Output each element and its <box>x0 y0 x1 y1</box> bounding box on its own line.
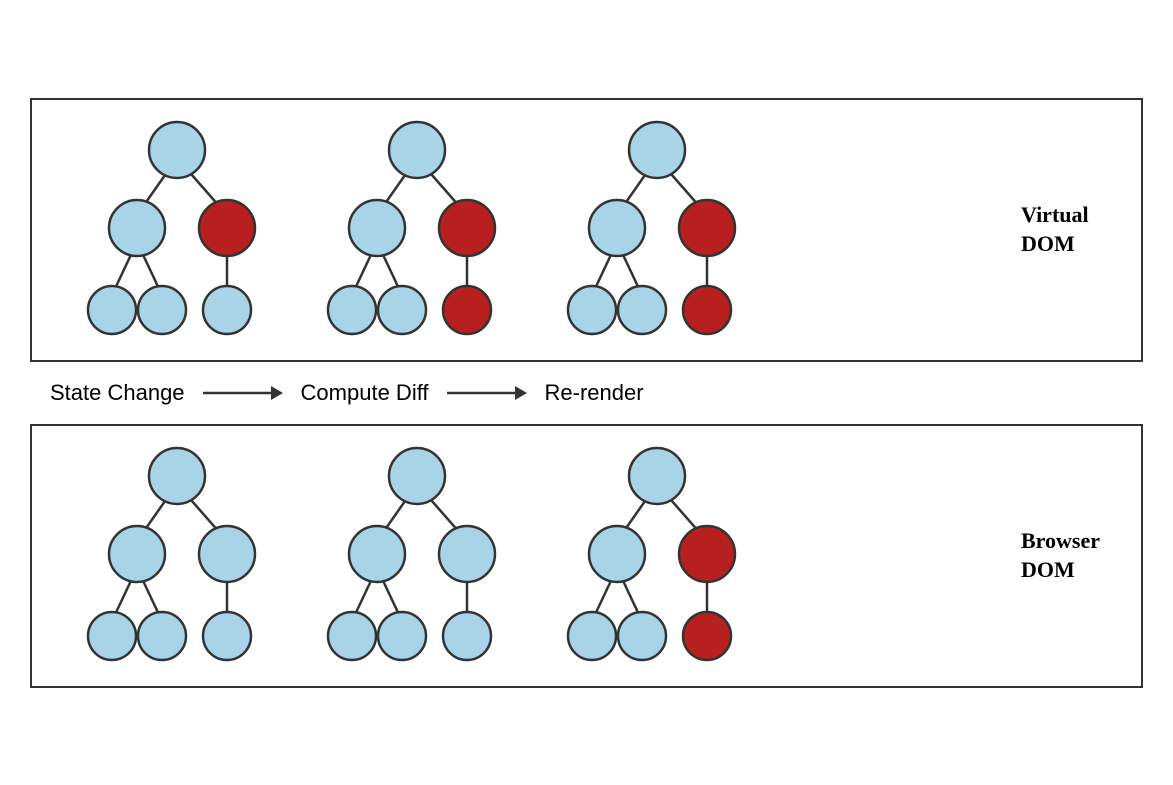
vdom-trees <box>52 120 1011 340</box>
bdom-tree-3 <box>552 446 762 666</box>
main-container: Virtual DOM State Change Compute Diff Re… <box>30 98 1143 688</box>
bdom-section: Browser DOM <box>30 424 1143 688</box>
bdom-trees <box>52 446 1011 666</box>
step1-label: State Change <box>50 380 185 406</box>
step2-label: Compute Diff <box>301 380 429 406</box>
step3-label: Re-render <box>545 380 644 406</box>
bdom-label: Browser DOM <box>1021 527 1131 584</box>
vdom-section: Virtual DOM <box>30 98 1143 362</box>
vdom-tree-3 <box>552 120 762 340</box>
bdom-tree-1 <box>72 446 282 666</box>
vdom-tree-2 <box>312 120 522 340</box>
arrow-1 <box>203 381 283 405</box>
arrow-section: State Change Compute Diff Re-render <box>30 362 1143 424</box>
bdom-tree-2 <box>312 446 522 666</box>
arrow-2 <box>447 381 527 405</box>
vdom-label: Virtual DOM <box>1021 201 1131 258</box>
vdom-tree-1 <box>72 120 282 340</box>
